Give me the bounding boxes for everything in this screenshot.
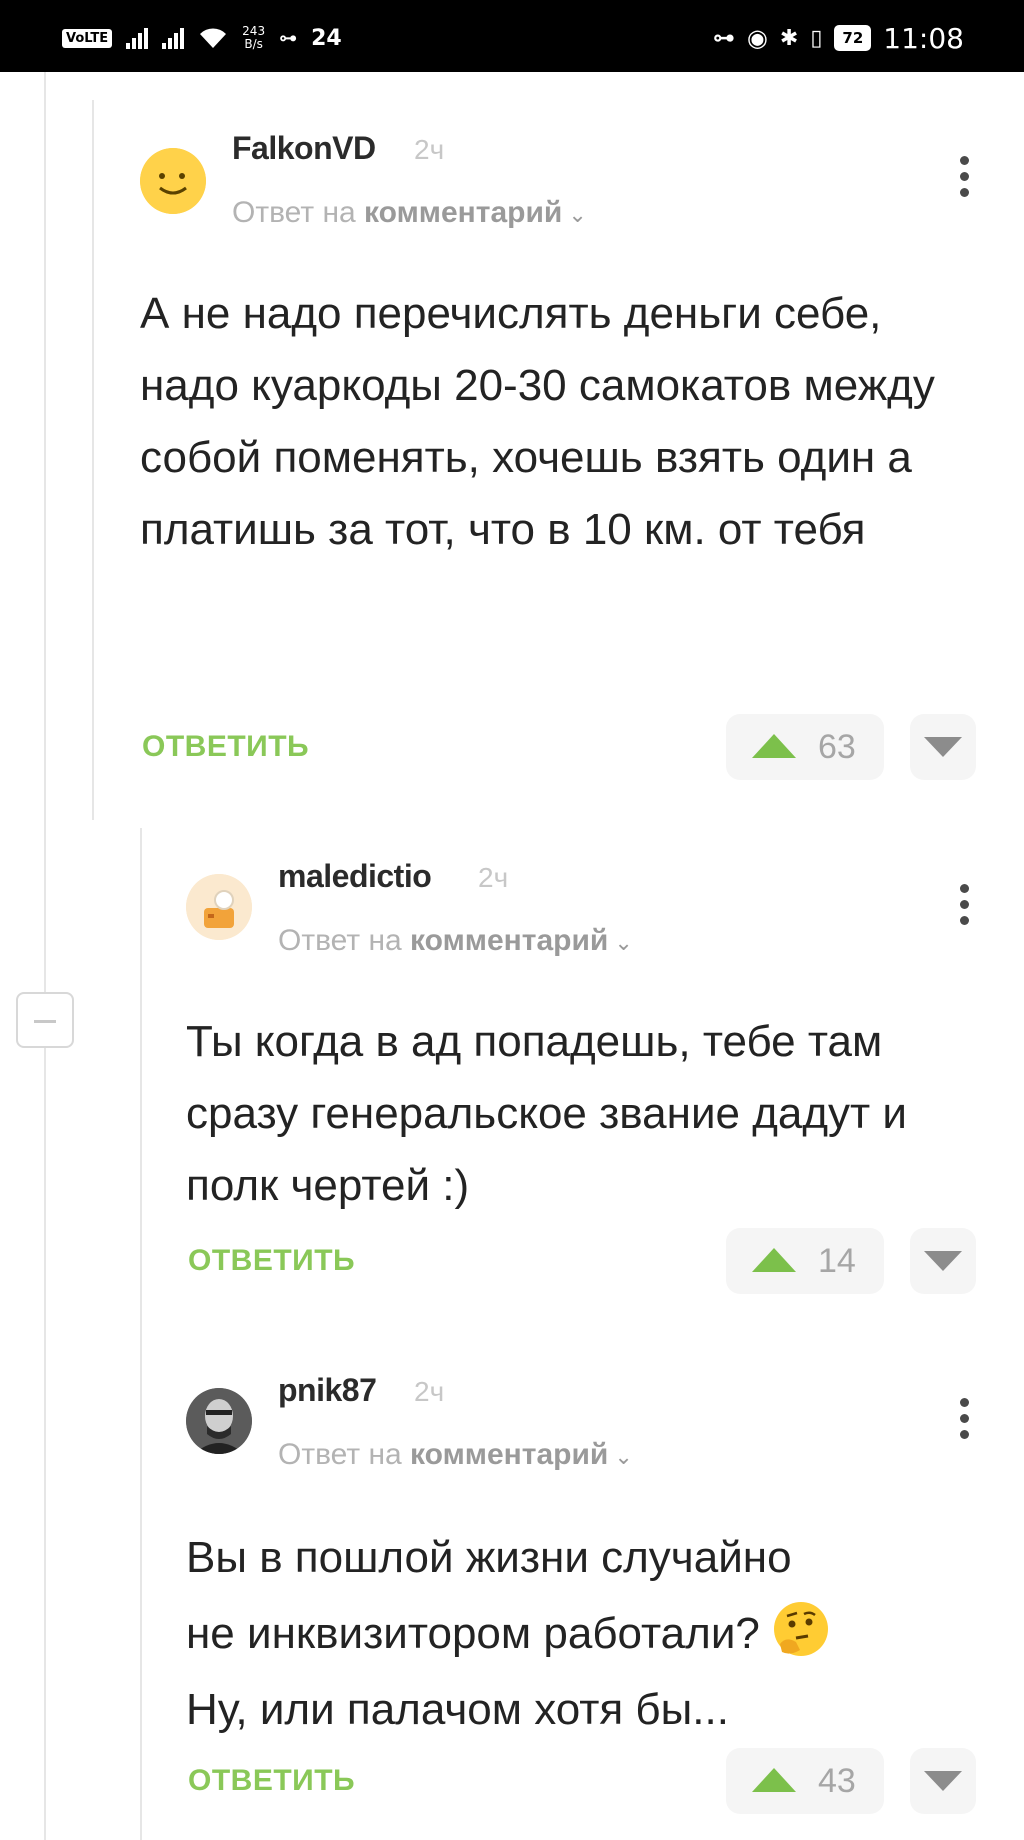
signal-icon (126, 27, 149, 49)
vibrate-icon: ▯ (810, 25, 823, 51)
comment-time: 2ч (478, 862, 509, 893)
status-bar: VoLTE 243 B/s ⊶ 24 ⊶ ◉ ✱ ▯ 72 11:08 (0, 0, 1024, 72)
downvote-arrow-icon (924, 1771, 962, 1791)
thinking-face-icon (774, 1602, 829, 1656)
smiley-face-icon (140, 148, 206, 214)
comment-time: 2ч (414, 134, 445, 165)
thread-line-outer (44, 72, 46, 992)
chevron-down-icon: ⌄ (614, 930, 633, 955)
avatar[interactable] (140, 148, 206, 214)
comment-text: Ты когда в ад попадешь, тебе там сразу г… (186, 1017, 907, 1210)
reply-button[interactable]: ОТВЕТИТЬ (142, 730, 309, 764)
reply-button[interactable]: ОТВЕТИТЬ (188, 1764, 355, 1798)
thread-line-level2 (140, 828, 142, 1840)
username[interactable]: maledictio (278, 858, 432, 895)
reply-to-link[interactable]: Ответ на комментарий ⌄ (278, 924, 633, 958)
avatar[interactable] (186, 1388, 252, 1454)
downvote-arrow-icon (924, 737, 962, 757)
comment-time: 2ч (414, 1376, 445, 1407)
thread-line-outer-lower (44, 1048, 46, 1840)
comment-text: А не надо перечислять деньги себе, надо … (140, 289, 935, 554)
vote-count: 43 (818, 1762, 856, 1800)
battery-icon: 72 (834, 25, 872, 51)
downvote-arrow-icon (924, 1251, 962, 1271)
more-options-icon[interactable] (958, 156, 970, 202)
reply-to-link[interactable]: Ответ на комментарий ⌄ (232, 196, 587, 230)
reply-button[interactable]: ОТВЕТИТЬ (188, 1244, 355, 1278)
upvote-button[interactable]: 43 (726, 1748, 884, 1814)
collapse-thread-button[interactable] (16, 992, 74, 1048)
upvote-button[interactable]: 14 (726, 1228, 884, 1294)
vote-count: 14 (818, 1242, 856, 1280)
notification-count: 24 (311, 25, 342, 51)
thread-line-level1 (92, 100, 94, 820)
upvote-arrow-icon (752, 1248, 796, 1272)
net-speed: 243 B/s (242, 24, 266, 51)
upvote-arrow-icon (752, 734, 796, 758)
comment-text-line: Вы в пошлой жизни случайно (186, 1533, 792, 1582)
username[interactable]: FalkonVD (232, 130, 376, 167)
vote-count: 63 (818, 728, 856, 766)
chevron-down-icon: ⌄ (568, 202, 587, 227)
more-options-icon[interactable] (958, 884, 970, 930)
key-icon: ⊶ (712, 25, 735, 51)
user-photo-icon (186, 1388, 252, 1454)
signal-icon-2 (162, 27, 185, 49)
downvote-button[interactable] (910, 1228, 976, 1294)
clock: 11:08 (883, 21, 964, 55)
bluetooth-icon: ✱ (779, 25, 799, 51)
comment-text-line: не инквизитором работали? (186, 1609, 760, 1658)
more-options-icon[interactable] (958, 1398, 970, 1444)
cartoon-avatar-icon (186, 874, 252, 940)
eye-icon: ◉ (746, 24, 768, 52)
avatar[interactable] (186, 874, 252, 940)
chevron-down-icon: ⌄ (614, 1444, 633, 1469)
downvote-button[interactable] (910, 714, 976, 780)
comment-text-line: Ну, или палачом хотя бы... (186, 1685, 729, 1734)
reply-to-link[interactable]: Ответ на комментарий ⌄ (278, 1438, 633, 1472)
comment-text: Вы в пошлой жизни случайно не инквизитор… (186, 1520, 1006, 1748)
upvote-button[interactable]: 63 (726, 714, 884, 780)
key-icon: ⊶ (279, 27, 298, 49)
upvote-arrow-icon (752, 1768, 796, 1792)
downvote-button[interactable] (910, 1748, 976, 1814)
username[interactable]: pnik87 (278, 1372, 377, 1409)
wifi-icon (200, 28, 227, 48)
volte-badge: VoLTE (62, 28, 113, 48)
